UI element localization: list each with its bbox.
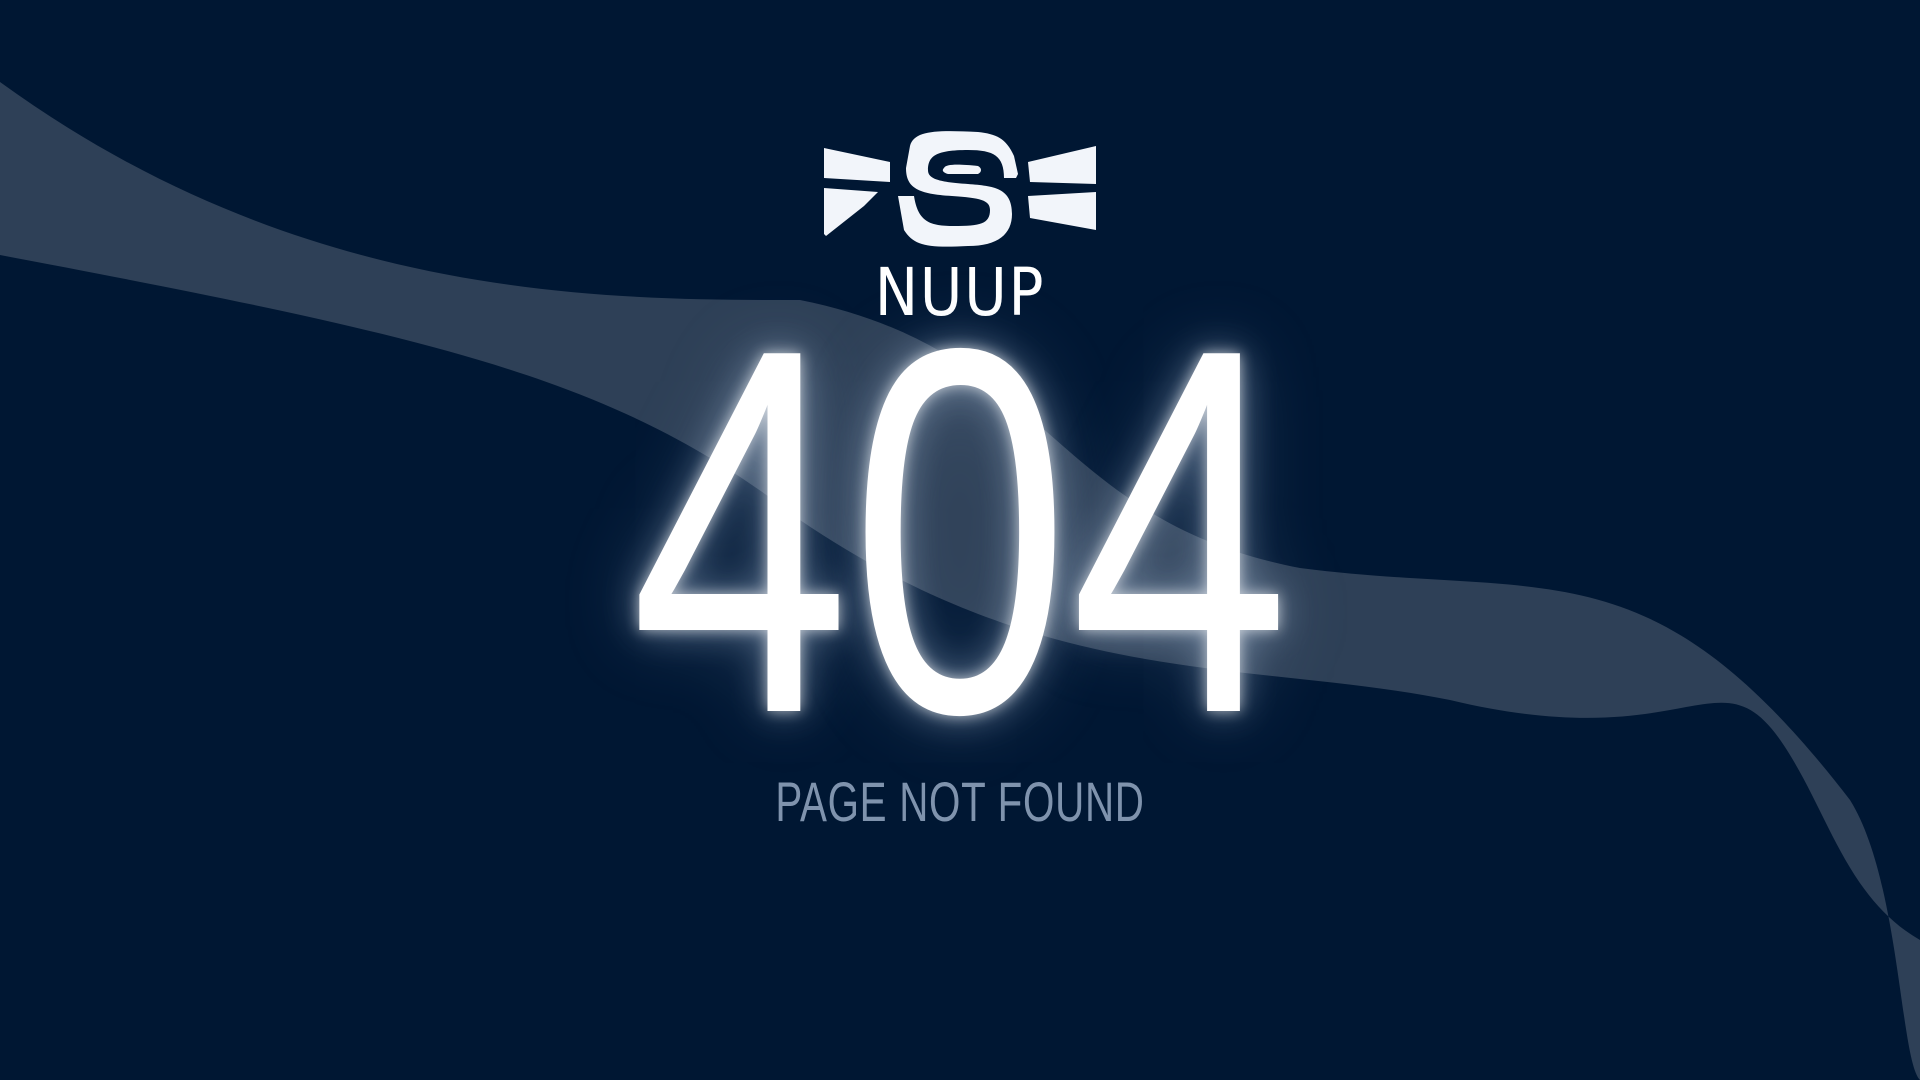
error-message: PAGE NOT FOUND <box>775 770 1145 833</box>
logo-s-mark-icon <box>898 131 1018 247</box>
logo-right-wedge-icon <box>1028 146 1096 184</box>
logo-left-wedge-icon <box>824 188 878 236</box>
error-code: 404 <box>630 241 1290 822</box>
logo-right-bar-icon <box>1028 192 1096 230</box>
not-found-page: NUUP 404 PAGE NOT FOUND <box>0 0 1920 1080</box>
nuup-logo-icon[interactable] <box>818 126 1102 258</box>
logo-left-bar-icon <box>824 148 890 182</box>
